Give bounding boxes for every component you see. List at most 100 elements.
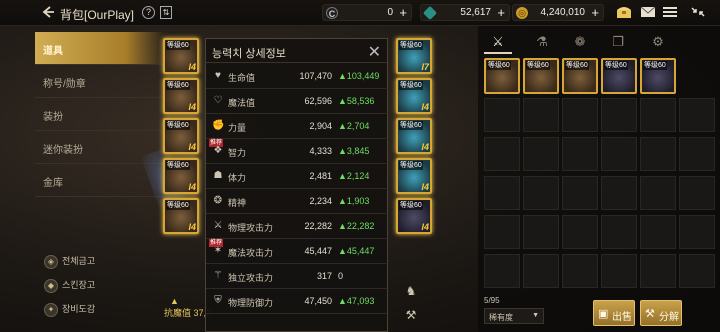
empty-slot[interactable] (562, 254, 598, 288)
equip-slot-pants[interactable]: 等级60 l4 (163, 118, 199, 154)
close-icon[interactable]: ✕ (368, 42, 381, 62)
add-currency-button[interactable]: + (399, 5, 407, 20)
character-view-button[interactable]: ♞ (398, 280, 424, 302)
item-level: 等级60 (565, 61, 589, 70)
empty-slot[interactable] (523, 254, 559, 288)
link-account-vault[interactable]: ◈ 전체금고 (44, 254, 95, 270)
equip-slot-belt[interactable]: 等级60 l4 (163, 158, 199, 194)
empty-slot[interactable] (523, 98, 559, 132)
empty-slot[interactable] (484, 254, 520, 288)
empty-slot[interactable] (640, 137, 676, 171)
empty-slot[interactable] (679, 137, 715, 171)
stat-value: 22,282 (304, 221, 332, 231)
empty-slot[interactable] (601, 254, 637, 288)
item-level: 等级60 (399, 81, 423, 90)
item-level: 等级60 (399, 121, 423, 130)
collapse-icon[interactable] (690, 5, 706, 19)
item-level: 等级60 (166, 81, 190, 90)
item-level: 等级60 (526, 61, 550, 70)
item-grade: l4 (421, 142, 429, 152)
equip-slot-weapon[interactable]: 等级60 l4 (163, 38, 199, 74)
empty-slot[interactable] (601, 98, 637, 132)
expand-arrow-icon[interactable]: ▲ (170, 296, 179, 306)
empty-slot[interactable] (484, 98, 520, 132)
auto-equip-button[interactable]: ⚒ (398, 304, 424, 326)
stat-row: ⚔ 物理攻击力 22,282 ▲22,282 (206, 214, 389, 239)
empty-slot[interactable] (679, 98, 715, 132)
equip-slot-ring[interactable]: 等级60 l4 (396, 158, 432, 194)
sell-button[interactable]: ▣ 出售 (593, 300, 635, 326)
vault-icon: ◈ (44, 254, 58, 269)
empty-slot[interactable] (562, 98, 598, 132)
empty-slot[interactable] (640, 98, 676, 132)
popup-title: 능력치 상세정보 (212, 48, 286, 60)
item-grade: l4 (421, 102, 429, 112)
empty-slot[interactable] (562, 215, 598, 249)
empty-slot[interactable] (484, 215, 520, 249)
currency-gold-coin: C 0 + (322, 4, 412, 21)
link-skin-storage[interactable]: ◆ 스킨장고 (44, 278, 95, 294)
stat-name: 体力 (228, 173, 247, 183)
intelligence-icon: ❖ (213, 145, 223, 156)
item-grade: l4 (188, 142, 196, 152)
mail-icon[interactable] (640, 5, 656, 19)
add-currency-button[interactable]: + (497, 5, 505, 20)
empty-slot[interactable] (523, 176, 559, 210)
tab-card-icon[interactable]: ❐ (604, 30, 632, 54)
add-currency-button[interactable]: + (591, 5, 599, 20)
equip-slot-subequip[interactable]: 等级60 l4 (396, 198, 432, 234)
link-equipment-codex[interactable]: ✦ 장비도감 (44, 302, 95, 318)
nav-item-titles[interactable]: 称号/勋章 (35, 65, 165, 98)
empty-slot[interactable] (601, 137, 637, 171)
equip-slot-bracelet[interactable]: 等级60 l4 (396, 118, 432, 154)
stat-diff: ▲47,093 (338, 296, 375, 306)
tab-equipment-icon[interactable]: ⚔ (484, 30, 512, 54)
stat-value: 317 (316, 271, 332, 281)
tab-consumable-icon[interactable]: ⚗ (528, 30, 556, 54)
empty-slot[interactable] (679, 215, 715, 249)
empty-slot[interactable] (562, 176, 598, 210)
empty-slot[interactable] (601, 176, 637, 210)
empty-slot[interactable] (484, 176, 520, 210)
sort-label: 稀有度 (489, 313, 513, 322)
treasure-box-icon[interactable] (616, 5, 632, 19)
inventory-item[interactable]: 等级60 (523, 58, 559, 94)
empty-slot[interactable] (523, 137, 559, 171)
empty-slot[interactable] (640, 176, 676, 210)
empty-slot[interactable] (562, 137, 598, 171)
empty-slot[interactable] (640, 215, 676, 249)
empty-slot[interactable] (640, 254, 676, 288)
strength-icon: ✊ (212, 120, 225, 131)
empty-slot[interactable] (679, 254, 715, 288)
empty-slot[interactable] (679, 176, 715, 210)
vitality-icon: ☗ (213, 170, 223, 181)
nav-item-avatar[interactable]: 装扮 (35, 98, 165, 131)
tab-material-icon[interactable]: ❁ (566, 30, 594, 54)
inventory-item[interactable]: 等级60 (601, 58, 637, 94)
back-arrow-icon[interactable] (40, 4, 56, 20)
sort-icon[interactable]: ⇅ (160, 6, 172, 19)
stat-value: 45,447 (304, 246, 332, 256)
decompose-button[interactable]: ⚒ 分解 (640, 300, 682, 326)
help-icon[interactable]: ? (142, 6, 155, 19)
sort-dropdown[interactable]: 稀有度 ▼ (484, 308, 544, 324)
equip-slot-necklace[interactable]: 等级60 l4 (396, 78, 432, 114)
item-grade: l7 (421, 62, 429, 72)
physical-attack-icon: ⚔ (213, 220, 223, 231)
inventory-item[interactable]: 等级60 (484, 58, 520, 94)
tab-settings-icon[interactable]: ⚙ (644, 30, 672, 54)
empty-slot[interactable] (484, 137, 520, 171)
currency-value: 52,617 (460, 7, 491, 18)
stat-name: 魔法值 (228, 98, 256, 108)
menu-icon[interactable] (662, 5, 678, 19)
empty-slot[interactable] (601, 215, 637, 249)
stat-diff: 0 (338, 271, 344, 281)
equip-slot-title[interactable]: 等级60 l7 (396, 38, 432, 74)
nav-item-items[interactable]: 道具 (35, 32, 165, 65)
empty-slot[interactable] (523, 215, 559, 249)
equip-slot-shoes[interactable]: 等级60 l4 (163, 198, 199, 234)
inventory-item[interactable]: 等级60 (640, 58, 676, 94)
item-grade: l4 (421, 222, 429, 232)
equip-slot-top[interactable]: 等级60 l4 (163, 78, 199, 114)
inventory-item[interactable]: 等级60 (562, 58, 598, 94)
